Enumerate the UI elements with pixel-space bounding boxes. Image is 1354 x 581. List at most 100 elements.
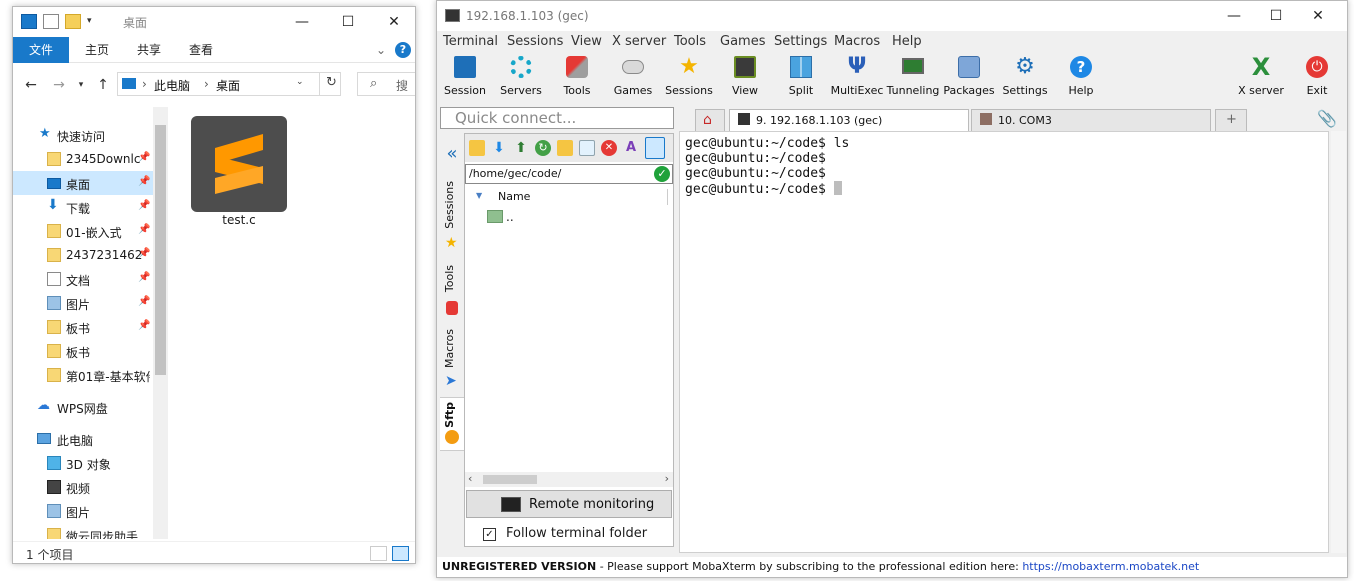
- tab-share[interactable]: 共享: [129, 37, 169, 63]
- folder-up-icon[interactable]: [469, 140, 485, 156]
- tab-macros[interactable]: Macros ➤: [440, 325, 464, 395]
- terminal-scrollbar[interactable]: [1331, 131, 1346, 553]
- menu-view[interactable]: View: [571, 34, 602, 49]
- packages-button[interactable]: Packages: [941, 53, 997, 101]
- scroll-left-icon[interactable]: ‹: [468, 472, 472, 485]
- settings-button[interactable]: ⚙ Settings: [997, 53, 1053, 101]
- nav-item-pictures[interactable]: 图片 📌: [13, 291, 153, 315]
- attachment-icon[interactable]: 📎: [1317, 109, 1337, 128]
- nav-item-board-notes[interactable]: 板书 📌: [13, 315, 153, 339]
- help-button[interactable]: ? Help: [1053, 53, 1109, 101]
- nav-item-wps-drive[interactable]: ☁ WPS网盘: [13, 395, 153, 419]
- close-button[interactable]: ✕: [1295, 1, 1341, 31]
- check-icon[interactable]: ✓: [654, 166, 670, 182]
- details-view-button[interactable]: [370, 546, 387, 561]
- multiexec-button[interactable]: Ψ MultiExec: [829, 53, 885, 101]
- nav-item-chapter01[interactable]: 第01章-基本软件: [13, 363, 153, 387]
- new-folder-icon[interactable]: [65, 14, 81, 29]
- menu-games[interactable]: Games: [720, 34, 765, 49]
- nav-item-documents[interactable]: 文档 📌: [13, 267, 153, 291]
- nav-scrollbar[interactable]: [153, 107, 168, 539]
- checkbox-checked[interactable]: ✓: [483, 528, 496, 541]
- collapse-sidebar-icon[interactable]: «: [440, 143, 464, 164]
- tab-sessions[interactable]: Sessions ★: [440, 177, 464, 257]
- nav-item-3d-objects[interactable]: 3D 对象: [13, 451, 153, 475]
- terminal-area[interactable]: gec@ubuntu:~/code$ ls gec@ubuntu:~/code$…: [679, 131, 1329, 553]
- tools-button[interactable]: Tools: [549, 53, 605, 101]
- tab-file[interactable]: 文件: [13, 37, 69, 63]
- upload-icon[interactable]: ⬆: [513, 140, 529, 156]
- refresh-icon[interactable]: ↻: [535, 140, 551, 156]
- forward-button[interactable]: →: [49, 75, 69, 95]
- quick-connect-input[interactable]: Quick connect...: [440, 107, 674, 129]
- nav-quick-access[interactable]: ★ 快速访问: [13, 123, 153, 147]
- mobatek-link[interactable]: https://mobaxterm.mobatek.net: [1022, 560, 1199, 573]
- menu-x-server[interactable]: X server: [612, 34, 666, 49]
- nav-item-2437231462[interactable]: 2437231462 📌: [13, 243, 153, 267]
- delete-icon[interactable]: ✕: [601, 140, 617, 156]
- help-icon[interactable]: ?: [395, 42, 411, 58]
- tab-ssh-session[interactable]: 9. 192.168.1.103 (gec): [729, 109, 969, 131]
- new-file-icon[interactable]: [579, 140, 595, 156]
- new-tab-button[interactable]: +: [1215, 109, 1247, 131]
- chevron-down-icon[interactable]: ▾: [87, 16, 103, 31]
- address-bar[interactable]: › 此电脑 › 桌面 ⌄: [117, 72, 341, 96]
- recent-locations-button[interactable]: ▾: [75, 75, 87, 95]
- download-icon[interactable]: ⬇: [491, 140, 507, 156]
- maximize-button[interactable]: ☐: [1253, 1, 1299, 31]
- nav-item-desktop[interactable]: 桌面 📌: [13, 171, 153, 195]
- menu-terminal[interactable]: Terminal: [443, 34, 498, 49]
- new-folder-icon[interactable]: [557, 140, 573, 156]
- tab-com3[interactable]: 10. COM3: [971, 109, 1211, 131]
- large-icons-view-button[interactable]: [392, 546, 409, 561]
- x-server-button[interactable]: X X server: [1233, 53, 1289, 101]
- menu-settings[interactable]: Settings: [774, 34, 827, 49]
- nav-item-embedded[interactable]: 01-嵌入式 📌: [13, 219, 153, 243]
- nav-item-downloads[interactable]: ⬇ 下载 📌: [13, 195, 153, 219]
- sftp-column-header[interactable]: ▼ Name: [465, 188, 673, 206]
- chevron-down-icon[interactable]: ⌄: [371, 37, 391, 63]
- tunneling-button[interactable]: Tunneling: [885, 53, 941, 101]
- menu-sessions[interactable]: Sessions: [507, 34, 563, 49]
- maximize-button[interactable]: ☐: [325, 7, 371, 37]
- tab-view[interactable]: 查看: [181, 37, 221, 63]
- minimize-button[interactable]: —: [1211, 1, 1257, 31]
- exit-button[interactable]: ⏻ Exit: [1289, 53, 1345, 101]
- nav-item-weiyun[interactable]: 微云同步助手: [13, 523, 153, 539]
- properties-icon[interactable]: [43, 14, 59, 29]
- split-button[interactable]: Split: [773, 53, 829, 101]
- sftp-path-input[interactable]: /home/gec/code/ ✓: [465, 164, 673, 184]
- sftp-horizontal-scrollbar[interactable]: ‹ ›: [465, 472, 673, 487]
- tab-home[interactable]: 主页: [77, 37, 117, 63]
- tab-sftp[interactable]: Sftp: [440, 397, 464, 451]
- menu-help[interactable]: Help: [892, 34, 922, 49]
- session-button[interactable]: Session: [437, 53, 493, 101]
- up-button[interactable]: ↑: [93, 75, 113, 95]
- nav-item-this-pc[interactable]: 此电脑: [13, 427, 153, 451]
- servers-button[interactable]: Servers: [493, 53, 549, 101]
- breadcrumb-desktop[interactable]: 桌面: [216, 77, 240, 94]
- breadcrumb-this-pc[interactable]: 此电脑: [154, 77, 190, 94]
- rename-icon[interactable]: A: [623, 140, 639, 156]
- home-tab[interactable]: ⌂: [695, 109, 725, 131]
- nav-item-videos[interactable]: 视频: [13, 475, 153, 499]
- search-input[interactable]: ⌕ 搜: [357, 72, 415, 96]
- view-button[interactable]: View: [717, 53, 773, 101]
- nav-item-2345downloads[interactable]: 2345Downlc 📌: [13, 147, 153, 171]
- scrollbar-thumb[interactable]: [155, 125, 166, 375]
- nav-item-board-notes-2[interactable]: 板书: [13, 339, 153, 363]
- sessions-button[interactable]: ★ Sessions: [661, 53, 717, 101]
- permissions-icon[interactable]: [645, 137, 665, 159]
- games-button[interactable]: Games: [605, 53, 661, 101]
- back-button[interactable]: ←: [21, 75, 41, 95]
- tab-tools[interactable]: Tools: [440, 261, 464, 321]
- sublime-text-icon[interactable]: [191, 116, 287, 212]
- nav-item-pictures-2[interactable]: 图片: [13, 499, 153, 523]
- refresh-button[interactable]: ↻: [319, 72, 343, 96]
- close-button[interactable]: ✕: [371, 7, 415, 37]
- remote-monitoring-button[interactable]: Remote monitoring: [466, 490, 672, 518]
- menu-tools[interactable]: Tools: [674, 34, 706, 49]
- scroll-right-icon[interactable]: ›: [665, 472, 669, 485]
- file-name[interactable]: test.c: [191, 213, 287, 227]
- chevron-down-icon[interactable]: ⌄: [296, 77, 304, 87]
